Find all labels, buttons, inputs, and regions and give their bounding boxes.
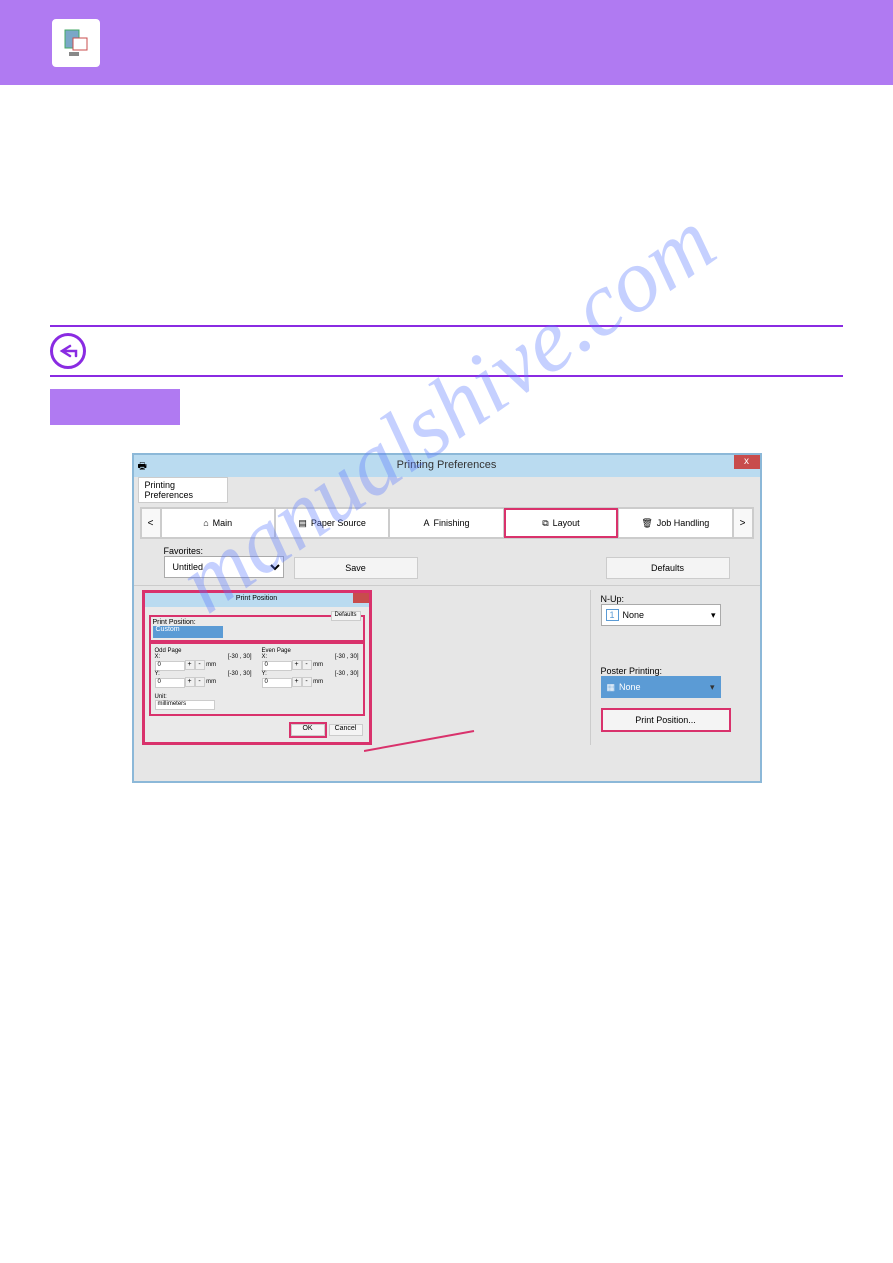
nup-badge-icon: 1 <box>606 609 619 621</box>
dec-button[interactable]: - <box>195 677 205 687</box>
tabs-row: < ⌂Main ▤Paper Source AFinishing ⧉Layout… <box>140 507 754 539</box>
even-y-input[interactable]: 0 <box>262 678 292 688</box>
dialog-tab[interactable]: Printing Preferences <box>138 477 228 503</box>
chevron-down-icon: ▾ <box>710 682 715 693</box>
print-position-button[interactable]: Print Position... <box>601 708 731 732</box>
nup-select[interactable]: 1 None ▾ <box>601 604 721 626</box>
dec-button[interactable]: - <box>302 677 312 687</box>
tab-finishing[interactable]: AFinishing <box>389 508 503 538</box>
save-button[interactable]: Save <box>294 557 418 579</box>
print-position-dialog: Print Position Defaults Print Position: … <box>142 590 372 745</box>
inc-button[interactable]: + <box>185 660 195 670</box>
odd-x-input[interactable]: 0 <box>155 661 185 671</box>
tab-job-handling[interactable]: 🗑Job Handling <box>618 508 732 538</box>
clock-icon: 🗑 <box>641 518 652 529</box>
pp-position-select[interactable]: Custom <box>153 626 223 638</box>
dec-button[interactable]: - <box>302 660 312 670</box>
tray-icon: ▤ <box>298 518 307 529</box>
dec-button[interactable]: - <box>195 660 205 670</box>
unit-select[interactable]: millimeters <box>155 700 215 710</box>
pp-close-button[interactable] <box>353 593 369 603</box>
home-icon: ⌂ <box>203 518 208 528</box>
even-x-input[interactable]: 0 <box>262 661 292 671</box>
inc-button[interactable]: + <box>292 677 302 687</box>
inc-button[interactable]: + <box>185 677 195 687</box>
odd-y-input[interactable]: 0 <box>155 678 185 688</box>
top-header <box>0 0 893 85</box>
ok-button[interactable]: OK <box>291 724 325 736</box>
poster-icon: ▦ <box>607 682 616 693</box>
pp-defaults-button[interactable]: Defaults <box>331 611 361 621</box>
favorites-select[interactable]: Untitled <box>164 556 284 578</box>
section-label-pill <box>50 389 180 425</box>
close-button[interactable]: x <box>734 455 760 469</box>
divider <box>50 375 843 377</box>
chevron-down-icon: ▾ <box>711 610 716 621</box>
page-icon: A <box>423 518 429 528</box>
window-title: Printing Preferences <box>397 459 497 471</box>
window-titlebar: 🖶 Printing Preferences x <box>134 455 760 477</box>
pp-dialog-title: Print Position <box>236 595 277 602</box>
tabs-prev-button[interactable]: < <box>141 508 161 538</box>
tab-main[interactable]: ⌂Main <box>161 508 275 538</box>
inc-button[interactable]: + <box>292 660 302 670</box>
poster-select[interactable]: ▦ None ▾ <box>601 676 721 698</box>
cancel-button[interactable]: Cancel <box>329 724 363 736</box>
printing-preferences-window: 🖶 Printing Preferences x Printing Prefer… <box>132 453 762 783</box>
layout-icon: ⧉ <box>542 518 548 529</box>
tab-paper-source[interactable]: ▤Paper Source <box>275 508 389 538</box>
printer-doc-icon <box>50 17 102 69</box>
tabs-next-button[interactable]: > <box>733 508 753 538</box>
favorites-label: Favorites: <box>164 546 284 556</box>
defaults-button[interactable]: Defaults <box>606 557 730 579</box>
tab-layout[interactable]: ⧉Layout <box>504 508 618 538</box>
pp-position-label: Print Position: <box>153 619 361 626</box>
poster-label: Poster Printing: <box>601 666 730 676</box>
screenshot-figure: 🖶 Printing Preferences x Printing Prefer… <box>50 453 843 783</box>
printer-icon: 🖶 <box>138 459 147 476</box>
back-arrow-button[interactable] <box>50 333 86 369</box>
nup-label: N-Up: <box>601 594 730 604</box>
